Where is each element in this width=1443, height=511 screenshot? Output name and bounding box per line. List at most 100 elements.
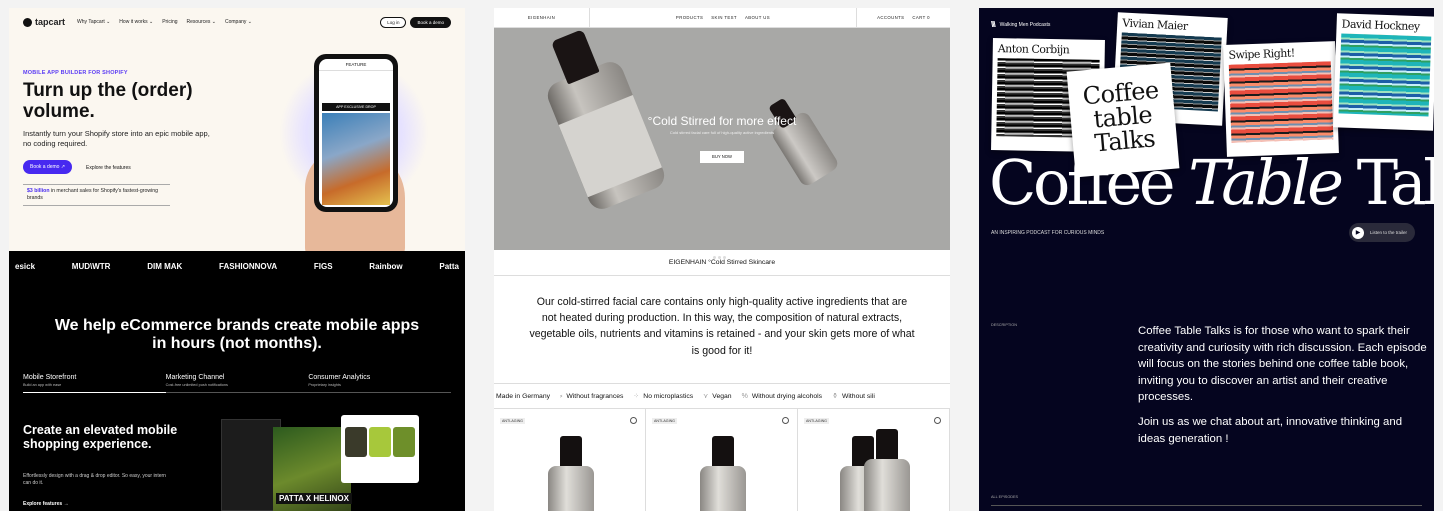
buy-now-button[interactable]: BUY NOW	[700, 151, 744, 163]
brand-logo: FIGS	[313, 262, 333, 271]
product-card[interactable]: ANTI-AGING	[494, 409, 646, 511]
product-image	[864, 429, 910, 511]
hero-headline: Turn up the (order) volume.	[23, 80, 193, 122]
nav-cart[interactable]: CART 0	[912, 15, 930, 20]
all-episodes-label: ALL EPISODES	[991, 495, 1019, 499]
lookbook-banner: PATTA X HELINOX	[276, 493, 352, 504]
hero-banner: °Cold Stirred for more effect Cold stirr…	[494, 28, 950, 259]
tapcart-logo[interactable]: tapcart	[23, 17, 65, 27]
product-card[interactable]: ANTI-AGING	[798, 409, 950, 511]
cover-title: David Hockney	[1341, 17, 1420, 34]
play-icon: ▶	[1352, 226, 1364, 239]
feature-label: Without fragrances	[566, 392, 624, 400]
microplastics-icon: ⁘	[633, 393, 640, 400]
editor-panel	[221, 419, 281, 511]
product-tag: ANTI-AGING	[652, 418, 677, 424]
feature-label: No microplastics	[643, 393, 694, 400]
brand-name: Walking Men Podcasts	[999, 21, 1051, 28]
trailer-button[interactable]: ▶ Listen to the trailer	[1349, 223, 1416, 242]
feature-item: ⁘ No microplastics	[633, 392, 693, 400]
nav-resources[interactable]: Resources ⌄	[187, 19, 216, 25]
eigenhain-preview-card[interactable]: EIGENHAIN PRODUCTS SKIN TEST ABOUT US AC…	[494, 8, 950, 511]
book-demo-nav-button[interactable]: Book a demo	[410, 16, 451, 28]
tab-sub: Proprietary insights	[308, 383, 341, 387]
nav-products[interactable]: PRODUCTS	[676, 15, 703, 20]
phone-product-image	[322, 113, 390, 205]
alcohol-icon: %	[741, 392, 748, 400]
podcast-title: Coffee Table Talks	[989, 146, 1434, 219]
nav-about-us[interactable]: ABOUT US	[745, 15, 770, 20]
wishlist-icon[interactable]	[630, 417, 637, 424]
tapcart-preview-card[interactable]: tapcart Why Tapcart ⌄ How it works ⌄ Pri…	[9, 8, 465, 511]
nav-how-it-works[interactable]: How it works ⌄	[119, 19, 153, 25]
feature-item: Made in Germany	[496, 393, 550, 400]
nav-skin-test[interactable]: SKIN TEST	[711, 15, 737, 20]
book-cover: David Hockney	[1333, 13, 1434, 131]
walking-men-logo-icon: \\\	[991, 20, 996, 29]
hero-eyebrow: MOBILE APP BUILDER FOR SHOPIFY	[23, 70, 128, 76]
eigenhain-nav: EIGENHAIN PRODUCTS SKIN TEST ABOUT US AC…	[494, 8, 950, 28]
brand-logo: FASHIONNOVA	[219, 262, 278, 271]
brand-logo: esick	[15, 262, 36, 271]
nav-why-tapcart[interactable]: Why Tapcart ⌄	[77, 19, 110, 25]
product-card[interactable]: ANTI-AGING	[646, 409, 798, 511]
walking-men-brand[interactable]: \\\ Walking Men Podcasts	[991, 20, 1050, 29]
feature-label: Without drying alcohols	[751, 392, 823, 400]
nav-pricing[interactable]: Pricing	[162, 19, 177, 25]
description-paragraph: Join us as we chat about art, innovative…	[1138, 415, 1403, 445]
brand-strip: EIGENHAIN °Cold Stirred Skincare	[494, 250, 950, 276]
feature-item: % Without drying alcohols	[742, 393, 823, 400]
eigenhain-logo[interactable]: EIGENHAIN	[494, 8, 590, 28]
tab-mobile-storefront[interactable]: Mobile Storefront Build an app with ease	[23, 374, 166, 393]
feature-item: ⸗ Without fragrances	[560, 393, 623, 400]
divider	[991, 505, 1422, 506]
feature-item: ⚱ Without sili	[832, 392, 875, 400]
description-text: Coffee Table Talks is for those who want…	[1138, 323, 1428, 447]
feature-headline: Create an elevated mobile shopping exper…	[23, 423, 178, 451]
nav-company[interactable]: Company ⌄	[225, 19, 252, 25]
vegan-icon: ⋎	[703, 393, 709, 400]
explore-features-link[interactable]: Explore the features	[86, 165, 131, 171]
brand-logo: Patta	[439, 262, 459, 271]
feature-ticker: Made in Germany ⸗ Without fragrances ⁘ No …	[494, 383, 950, 409]
editor-mockup: PATTA X HELINOX	[221, 413, 421, 511]
hero-subtitle: Cold stirred facial care full of high-qu…	[669, 130, 775, 135]
wishlist-icon[interactable]	[782, 417, 789, 424]
feature-tabs: Mobile Storefront Build an app with ease …	[23, 374, 452, 393]
podcast-tagline: AN INSPIRING PODCAST FOR CURIOUS MINDS	[991, 230, 1105, 236]
nav-accounts[interactable]: ACCOUNTS	[877, 15, 904, 20]
description-paragraph: Coffee Table Talks is for those who want…	[1138, 325, 1427, 404]
tab-marketing-channel[interactable]: Marketing Channel Cost-free unlimited pus…	[165, 374, 309, 393]
product-image	[548, 436, 594, 511]
wishlist-icon[interactable]	[934, 417, 941, 424]
coffee-table-talks-preview-card[interactable]: \\\ Walking Men Podcasts Anton Corbijn Vi…	[979, 8, 1434, 511]
tab-sub: Build an app with ease	[23, 383, 62, 387]
product-tag: ANTI-AGING	[804, 418, 829, 424]
intro-copy: Our cold-stirred facial care contains on…	[529, 296, 915, 357]
login-button[interactable]: Log in	[380, 16, 407, 28]
stat-value: $3 billion	[27, 188, 50, 194]
trailer-label: Listen to the trailer	[1370, 230, 1408, 235]
book-cover: Swipe Right!	[1223, 41, 1339, 157]
feature-label: Without sili	[841, 393, 875, 400]
product-tag: ANTI-AGING	[500, 418, 525, 424]
hero-subhead: Instantly turn your Shopify store into a…	[23, 129, 210, 148]
bottle-large-image	[543, 29, 669, 214]
book-demo-button[interactable]: Book a demo ↗	[23, 160, 73, 174]
tab-label: Marketing Channel	[165, 374, 225, 381]
section-headline: We help eCommerce brands create mobile a…	[54, 317, 420, 352]
explore-features-link-2[interactable]: Explore features →	[23, 501, 69, 507]
description-label: DESCRIPTION	[991, 323, 1017, 327]
product-grid-mock	[341, 415, 419, 483]
phone-header: FEATURE	[319, 59, 393, 71]
tab-consumer-analytics[interactable]: Consumer Analytics Proprietary insights	[308, 374, 452, 393]
silicone-icon: ⚱	[832, 393, 838, 400]
brand-logo: Rainbow	[369, 262, 403, 271]
feature-description: Effortlessly design with a drag & drop e…	[23, 473, 166, 486]
feature-item: ⋎ Vegan	[703, 392, 731, 400]
brand-logo: DIM MAK	[147, 262, 183, 271]
phone-drop-banner: APP EXCLUSIVE DROP	[322, 103, 390, 111]
stat-callout: $3 billion in merchant sales for Shopify…	[23, 184, 170, 206]
tapcart-logo-text: tapcart	[35, 17, 66, 27]
cover-title: Anton Corbijn	[997, 42, 1070, 57]
